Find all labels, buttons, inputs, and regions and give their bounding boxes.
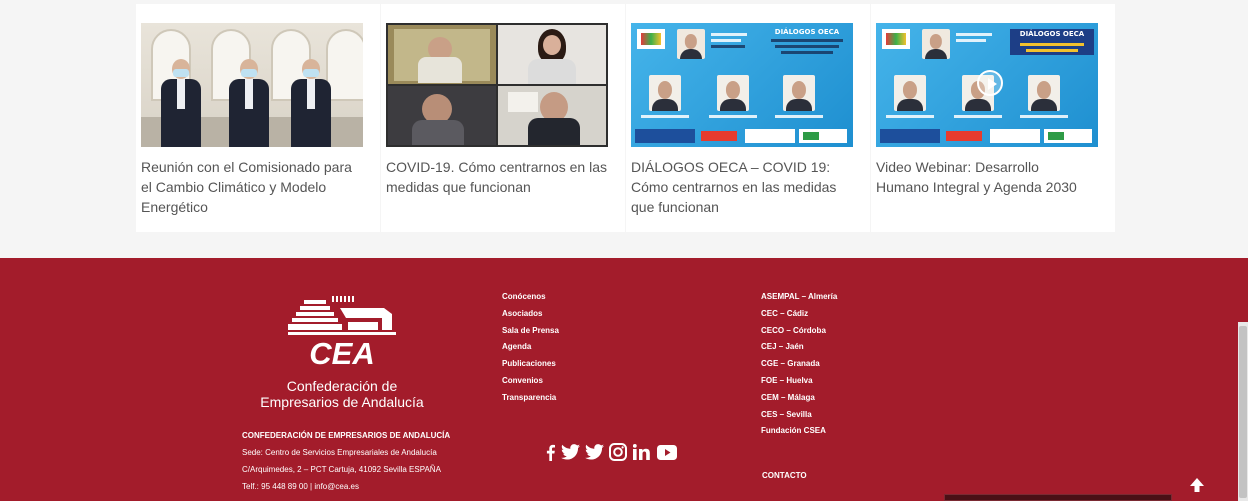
news-card-title-line[interactable]: el Cambio Climático y Modelo (141, 177, 369, 197)
news-card-image[interactable] (141, 23, 363, 147)
news-card-title[interactable]: DIÁLOGOS OECA – COVID 19: Cómo centrarno… (631, 157, 859, 217)
news-section: Reunión con el Comisionado para el Cambi… (0, 0, 1248, 258)
cea-logo[interactable]: CEA Confederación de Empresarios de Anda… (242, 294, 442, 410)
footer-link-asociados[interactable]: Asociados (502, 306, 559, 323)
footer-link-publicaciones[interactable]: Publicaciones (502, 356, 559, 373)
news-card-title-line[interactable]: Energético (141, 197, 369, 217)
twitter-icon[interactable] (560, 443, 580, 461)
member-link[interactable]: CEM – Málaga (761, 390, 837, 407)
footer-link-sala-prensa[interactable]: Sala de Prensa (502, 323, 559, 340)
member-link[interactable]: ASEMPAL – Almería (761, 289, 837, 306)
member-link[interactable]: CGE – Granada (761, 356, 837, 373)
news-card[interactable]: COVID-19. Cómo centrarnos en las medidas… (381, 4, 625, 232)
news-card-image[interactable]: DIÁLOGOS OECA (631, 23, 853, 147)
news-card-title[interactable]: Reunión con el Comisionado para el Cambi… (141, 157, 369, 217)
member-link[interactable]: CEC – Cádiz (761, 306, 837, 323)
news-card-title-line[interactable]: que funcionan (631, 197, 859, 217)
news-card-title-line[interactable]: COVID-19. Cómo centrarnos en las (386, 157, 614, 177)
footer-menu: Conócenos Asociados Sala de Prensa Agend… (502, 289, 559, 407)
news-card-title-line[interactable]: DIÁLOGOS OECA – COVID 19: (631, 157, 859, 177)
building-logo-icon (288, 296, 396, 335)
news-card-title[interactable]: COVID-19. Cómo centrarnos en las medidas… (386, 157, 614, 197)
footer-address-street: C/Arquimedes, 2 – PCT Cartuja, 41092 Sev… (242, 465, 441, 474)
contact-link[interactable]: CONTACTO (762, 471, 807, 480)
footer-org-name: CONFEDERACIÓN DE EMPRESARIOS DE ANDALUCÍ… (242, 431, 451, 440)
play-icon[interactable] (977, 70, 1003, 96)
news-card[interactable]: DIÁLOGOS OECA Video Webinar: Desarrollo … (871, 4, 1115, 232)
member-link[interactable]: FOE – Huelva (761, 373, 837, 390)
footer-link-agenda[interactable]: Agenda (502, 339, 559, 356)
scrollbar-thumb[interactable] (1239, 326, 1247, 498)
news-card-title-line[interactable]: Humano Integral y Agenda 2030 (876, 177, 1104, 197)
footer-contact-line[interactable]: Telf.: 95 448 89 00 | info@cea.es (242, 482, 359, 492)
logo-acronym: CEA (309, 336, 375, 371)
news-card-title[interactable]: Video Webinar: Desarrollo Humano Integra… (876, 157, 1104, 197)
news-card-title-line[interactable]: Video Webinar: Desarrollo (876, 157, 1104, 177)
arrow-up-icon (1190, 478, 1204, 492)
news-card-image[interactable] (386, 23, 608, 147)
member-link[interactable]: CECO – Córdoba (761, 323, 837, 340)
social-links (544, 442, 678, 462)
footer-link-conocenos[interactable]: Conócenos (502, 289, 559, 306)
footer-address-sede: Sede: Centro de Servicios Empresariales … (242, 448, 437, 457)
instagram-icon[interactable] (608, 443, 628, 461)
facebook-icon[interactable] (544, 443, 556, 461)
member-link[interactable]: CES – Sevilla (761, 407, 837, 424)
linkedin-icon[interactable] (632, 443, 652, 461)
news-card-title-line[interactable]: medidas que funcionan (386, 177, 614, 197)
news-card-title-line[interactable]: Reunión con el Comisionado para (141, 157, 369, 177)
logo-org-line: Empresarios de Andalucía (260, 394, 424, 410)
member-link[interactable]: Fundación CSEA (761, 423, 837, 440)
footer-link-convenios[interactable]: Convenios (502, 373, 559, 390)
news-card[interactable]: DIÁLOGOS OECA DIÁLOGOS OECA – COVID 19: … (626, 4, 870, 232)
twitter-icon[interactable] (584, 443, 604, 461)
footer-members-menu: ASEMPAL – Almería CEC – Cádiz CECO – Cór… (761, 289, 837, 440)
member-link[interactable]: CEJ – Jaén (761, 339, 837, 356)
chat-widget[interactable] (944, 494, 1172, 501)
news-card[interactable]: Reunión con el Comisionado para el Cambi… (136, 4, 380, 232)
footer-link-transparencia[interactable]: Transparencia (502, 390, 559, 407)
news-card-title-line[interactable]: Cómo centrarnos en las medidas (631, 177, 859, 197)
logo-org-line: Confederación de (286, 378, 398, 394)
news-card-image[interactable]: DIÁLOGOS OECA (876, 23, 1098, 147)
site-footer: CEA Confederación de Empresarios de Anda… (0, 258, 1248, 501)
back-to-top-button[interactable] (1188, 476, 1206, 494)
youtube-icon[interactable] (656, 443, 678, 461)
